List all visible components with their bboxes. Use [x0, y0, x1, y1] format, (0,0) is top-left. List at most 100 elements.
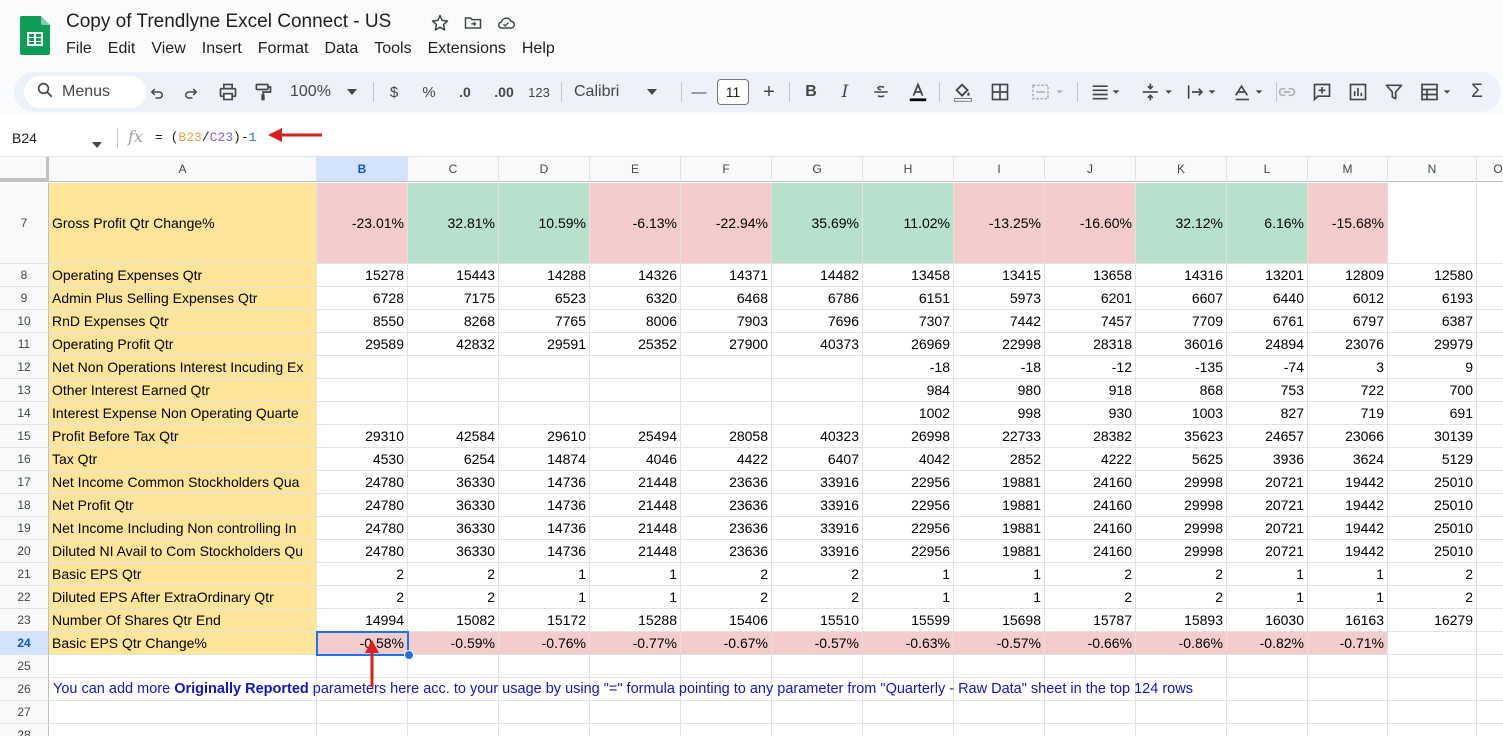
cell-n10[interactable]: 6387	[1388, 310, 1477, 333]
column-header-e[interactable]: E	[590, 157, 681, 182]
cell-b27[interactable]	[317, 701, 408, 724]
cell-a8[interactable]: Operating Expenses Qtr	[49, 264, 317, 287]
cell-e24[interactable]: -0.77%	[590, 632, 681, 655]
cell-i15[interactable]: 22733	[954, 425, 1045, 448]
cell-l15[interactable]: 24657	[1227, 425, 1308, 448]
cell-l28[interactable]	[1227, 724, 1308, 736]
row-header-20[interactable]: 20	[0, 540, 49, 563]
select-all-corner[interactable]	[0, 157, 49, 182]
cell-m19[interactable]: 19442	[1308, 517, 1388, 540]
cell-l10[interactable]: 6761	[1227, 310, 1308, 333]
cell-a21[interactable]: Basic EPS Qtr	[49, 563, 317, 586]
cell-c16[interactable]: 6254	[408, 448, 499, 471]
cell-j12[interactable]: -12	[1045, 356, 1136, 379]
cell-c11[interactable]: 42832	[408, 333, 499, 356]
cell-k23[interactable]: 15893	[1136, 609, 1227, 632]
cell-k22[interactable]: 2	[1136, 586, 1227, 609]
zoom-select[interactable]: 100%	[286, 80, 364, 104]
cell-j7[interactable]: -16.60%	[1045, 183, 1136, 264]
cell-f22[interactable]: 2	[681, 586, 772, 609]
cell-o7[interactable]	[1477, 183, 1503, 264]
cell-h24[interactable]: -0.63%	[863, 632, 954, 655]
font-size-input[interactable]: 11	[717, 79, 749, 105]
cell-a27[interactable]	[49, 701, 317, 724]
cell-d20[interactable]: 14736	[499, 540, 590, 563]
cell-f8[interactable]: 14371	[681, 264, 772, 287]
cell-g16[interactable]: 6407	[772, 448, 863, 471]
cell-k9[interactable]: 6607	[1136, 287, 1227, 310]
cell-g8[interactable]: 14482	[772, 264, 863, 287]
cell-j22[interactable]: 2	[1045, 586, 1136, 609]
cell-k12[interactable]: -135	[1136, 356, 1227, 379]
cell-l8[interactable]: 13201	[1227, 264, 1308, 287]
cell-c17[interactable]: 36330	[408, 471, 499, 494]
cell-m20[interactable]: 19442	[1308, 540, 1388, 563]
cell-f14[interactable]	[681, 402, 772, 425]
cell-d7[interactable]: 10.59%	[499, 183, 590, 264]
document-title[interactable]: Copy of Trendlyne Excel Connect - US	[66, 11, 391, 33]
cell-m14[interactable]: 719	[1308, 402, 1388, 425]
cell-c12[interactable]	[408, 356, 499, 379]
cell-k13[interactable]: 868	[1136, 379, 1227, 402]
cell-a14[interactable]: Interest Expense Non Operating Quarte	[49, 402, 317, 425]
text-color-icon[interactable]	[906, 80, 930, 104]
cell-e17[interactable]: 21448	[590, 471, 681, 494]
cell-g25[interactable]	[772, 655, 863, 678]
cell-g12[interactable]	[772, 356, 863, 379]
cell-b17[interactable]: 24780	[317, 471, 408, 494]
cell-a18[interactable]: Net Profit Qtr	[49, 494, 317, 517]
cell-j20[interactable]: 24160	[1045, 540, 1136, 563]
cell-h25[interactable]	[863, 655, 954, 678]
menu-file[interactable]: File	[58, 38, 100, 60]
cell-d21[interactable]: 1	[499, 563, 590, 586]
borders-icon[interactable]	[989, 80, 1011, 104]
cell-n25[interactable]	[1388, 655, 1477, 678]
cell-l26[interactable]	[1227, 678, 1308, 701]
increase-decimal-button[interactable]: .00	[489, 80, 519, 104]
cell-n19[interactable]: 25010	[1388, 517, 1477, 540]
cell-b9[interactable]: 6728	[317, 287, 408, 310]
row-header-23[interactable]: 23	[0, 609, 49, 632]
increase-font-size-button[interactable]: +	[758, 80, 780, 104]
cell-g11[interactable]: 40373	[772, 333, 863, 356]
cell-k16[interactable]: 5625	[1136, 448, 1227, 471]
bold-icon[interactable]: B	[800, 80, 822, 104]
row-header-13[interactable]: 13	[0, 379, 49, 402]
cell-o22[interactable]	[1477, 586, 1503, 609]
cell-f23[interactable]: 15406	[681, 609, 772, 632]
cell-i18[interactable]: 19881	[954, 494, 1045, 517]
cell-h21[interactable]: 1	[863, 563, 954, 586]
row-header-11[interactable]: 11	[0, 333, 49, 356]
cell-h12[interactable]: -18	[863, 356, 954, 379]
cell-f19[interactable]: 23636	[681, 517, 772, 540]
cell-l17[interactable]: 20721	[1227, 471, 1308, 494]
cell-f15[interactable]: 28058	[681, 425, 772, 448]
cell-e7[interactable]: -6.13%	[590, 183, 681, 264]
cell-g17[interactable]: 33916	[772, 471, 863, 494]
row-header-26[interactable]: 26	[0, 678, 49, 701]
cell-e21[interactable]: 1	[590, 563, 681, 586]
cell-e25[interactable]	[590, 655, 681, 678]
menu-tools[interactable]: Tools	[366, 38, 419, 60]
cell-a20[interactable]: Diluted NI Avail to Com Stockholders Qu	[49, 540, 317, 563]
cell-i19[interactable]: 19881	[954, 517, 1045, 540]
row-header-18[interactable]: 18	[0, 494, 49, 517]
cell-a19[interactable]: Net Income Including Non controlling In	[49, 517, 317, 540]
cell-o25[interactable]	[1477, 655, 1503, 678]
cell-f7[interactable]: -22.94%	[681, 183, 772, 264]
cell-d27[interactable]	[499, 701, 590, 724]
cell-h28[interactable]	[863, 724, 954, 736]
cell-n8[interactable]: 12580	[1388, 264, 1477, 287]
cell-l19[interactable]: 20721	[1227, 517, 1308, 540]
cell-i28[interactable]	[954, 724, 1045, 736]
cell-n24[interactable]	[1388, 632, 1477, 655]
cell-n27[interactable]	[1388, 701, 1477, 724]
cell-o24[interactable]	[1477, 632, 1503, 655]
cell-o13[interactable]	[1477, 379, 1503, 402]
cell-g23[interactable]: 15510	[772, 609, 863, 632]
cell-e9[interactable]: 6320	[590, 287, 681, 310]
cell-c28[interactable]	[408, 724, 499, 736]
cell-i7[interactable]: -13.25%	[954, 183, 1045, 264]
cell-h20[interactable]: 22956	[863, 540, 954, 563]
spreadsheet-grid[interactable]: A B C D E F G H I J K L M N O 7 Gross Profit Qtr Change%…	[0, 157, 1503, 736]
